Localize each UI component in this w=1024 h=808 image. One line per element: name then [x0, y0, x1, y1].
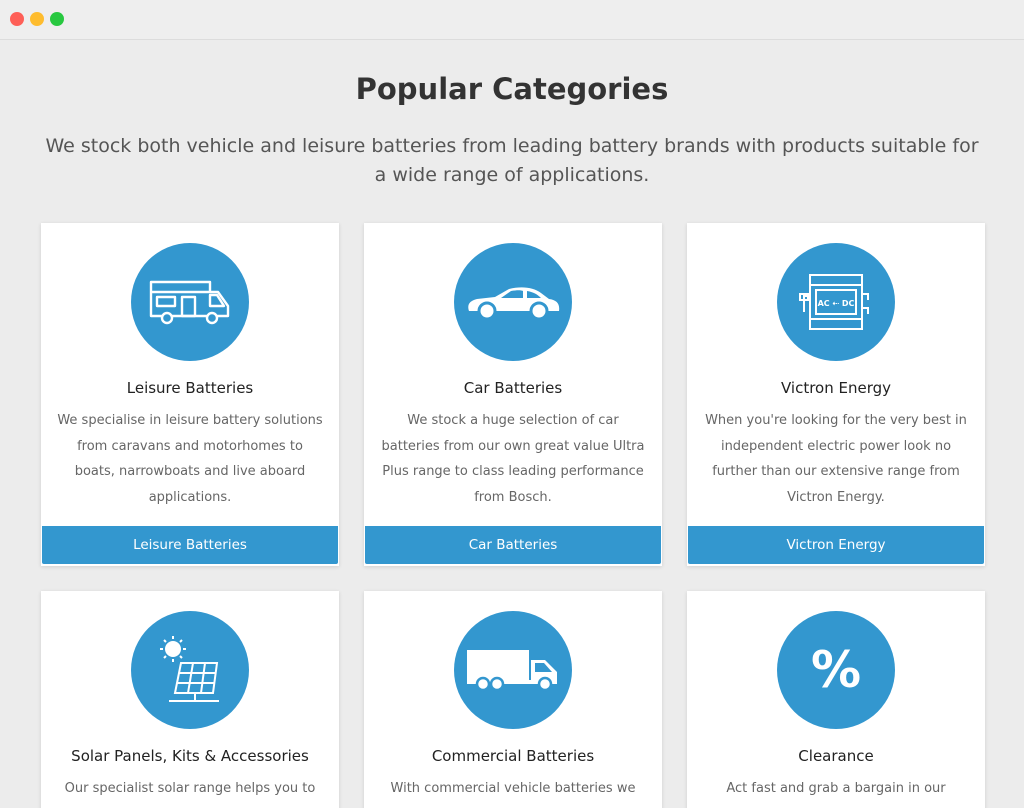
category-card-leisure: Leisure Batteries We specialise in leisu… [41, 223, 339, 566]
card-title: Car Batteries [463, 379, 563, 397]
category-card-victron: AC ⇠ DC Victron Energy When you're looki… [687, 223, 985, 566]
section-title: Popular Categories [355, 72, 669, 106]
close-window-button[interactable] [10, 12, 24, 26]
inverter-label: AC ⇠ DC [818, 299, 855, 308]
card-title: Commercial Batteries [431, 747, 595, 765]
leisure-batteries-button[interactable]: Leisure Batteries [42, 526, 338, 564]
category-card-commercial: Commercial Batteries With commercial veh… [364, 591, 662, 808]
minimize-window-button[interactable] [30, 12, 44, 26]
inverter-icon: AC ⇠ DC [777, 243, 895, 361]
victron-energy-button[interactable]: Victron Energy [688, 526, 984, 564]
card-title: Leisure Batteries [126, 379, 254, 397]
card-title: Solar Panels, Kits & Accessories [71, 747, 309, 765]
percent-symbol: % [810, 641, 862, 699]
motorhome-icon [131, 243, 249, 361]
truck-icon [454, 611, 572, 729]
solar-panel-icon [131, 611, 249, 729]
category-card-clearance: % Clearance Act fast and grab a bargain … [687, 591, 985, 808]
card-description: We stock a huge selection of car batteri… [381, 413, 645, 506]
card-description: We specialise in leisure battery solutio… [57, 413, 323, 506]
card-description: With commercial vehicle batteries we [390, 781, 636, 796]
card-description: Our specialist solar range helps you to [64, 781, 316, 796]
section-intro: We stock both vehicle and leisure batter… [45, 135, 979, 186]
card-title: Clearance [798, 747, 874, 765]
card-title: Victron Energy [780, 379, 892, 397]
window-titlebar [0, 0, 1024, 40]
car-batteries-button[interactable]: Car Batteries [365, 526, 661, 564]
category-card-car: Car Batteries We stock a huge selection … [364, 223, 662, 566]
maximize-window-button[interactable] [50, 12, 64, 26]
card-description: Act fast and grab a bargain in our [726, 781, 946, 796]
percent-icon: % [777, 611, 895, 729]
card-description: When you're looking for the very best in… [705, 413, 967, 506]
category-card-solar: Solar Panels, Kits & Accessories Our spe… [41, 591, 339, 808]
car-icon [454, 243, 572, 361]
